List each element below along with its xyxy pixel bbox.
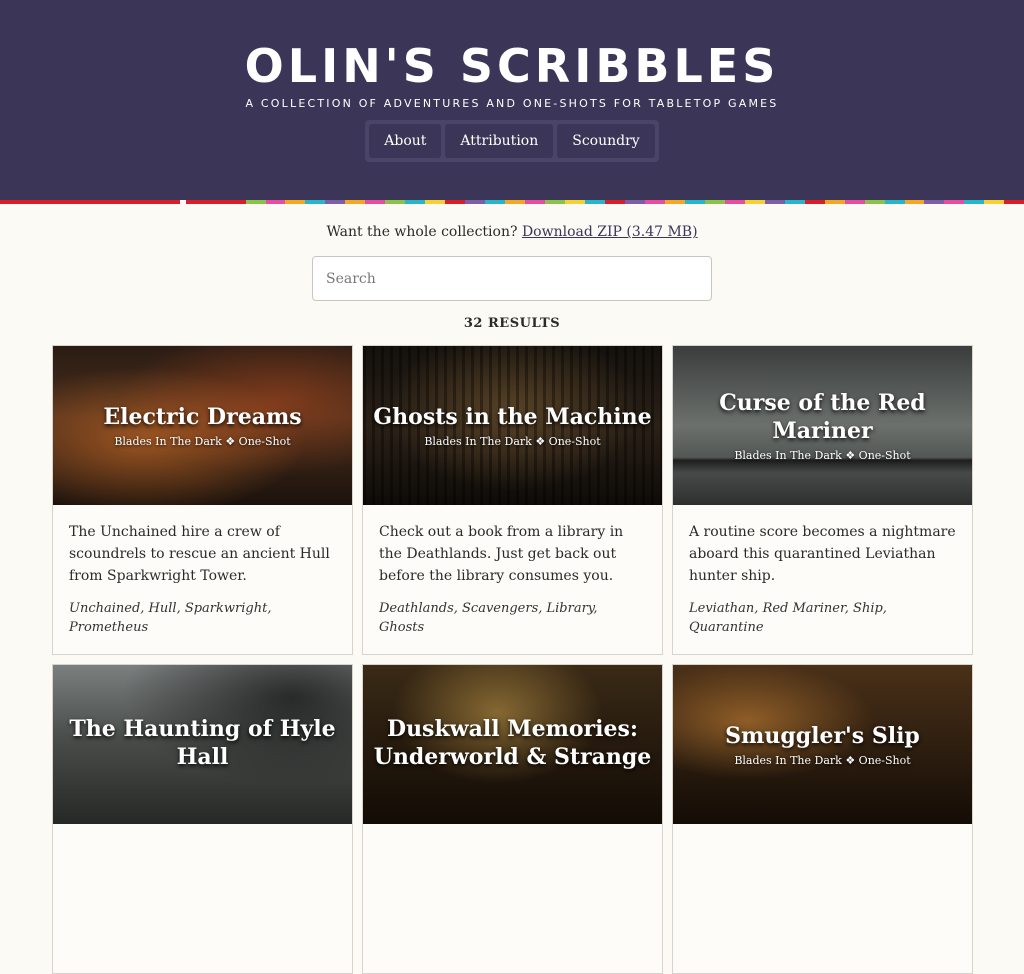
site-title[interactable]: Olin's Scribbles bbox=[0, 38, 1024, 94]
adventure-card[interactable]: Duskwall Memories: Underworld & Strange bbox=[362, 664, 663, 974]
nav-attribution[interactable]: Attribution bbox=[445, 124, 554, 158]
card-title[interactable]: Curse of the Red Mariner bbox=[673, 389, 972, 445]
search-wrap bbox=[0, 256, 1024, 301]
card-cover-image[interactable]: Curse of the Red Mariner Blades In The D… bbox=[673, 346, 972, 505]
collection-prompt: Want the whole collection? bbox=[326, 224, 518, 240]
nav-scoundry[interactable]: Scoundry bbox=[557, 124, 655, 158]
adventure-grid: Electric Dreams Blades In The Dark ❖ One… bbox=[52, 345, 973, 974]
decorative-stripe bbox=[0, 200, 1024, 204]
card-title[interactable]: Electric Dreams bbox=[93, 403, 311, 431]
card-subtitle: Blades In The Dark ❖ One-Shot bbox=[734, 754, 911, 767]
card-subtitle: Blades In The Dark ❖ One-Shot bbox=[734, 449, 911, 462]
card-tags: Leviathan, Red Mariner, Ship, Quarantine bbox=[689, 601, 887, 635]
results-count: 32 RESULTS bbox=[463, 316, 561, 331]
card-body: A routine score becomes a nightmare aboa… bbox=[673, 505, 972, 637]
card-title[interactable]: The Haunting of Hyle Hall bbox=[53, 715, 352, 771]
card-body: The Unchained hire a crew of scoundrels … bbox=[53, 505, 352, 637]
collection-download: Want the whole collection? Download ZIP … bbox=[0, 222, 1024, 242]
adventure-card[interactable]: The Haunting of Hyle Hall bbox=[52, 664, 353, 974]
card-subtitle: Blades In The Dark ❖ One-Shot bbox=[424, 435, 601, 448]
card-description: Check out a book from a library in the D… bbox=[379, 524, 624, 584]
card-title[interactable]: Duskwall Memories: Underworld & Strange bbox=[363, 715, 662, 771]
adventure-card[interactable]: Ghosts in the Machine Blades In The Dark… bbox=[362, 345, 663, 655]
card-description: A routine score becomes a nightmare aboa… bbox=[689, 524, 956, 584]
card-cover-image[interactable]: Ghosts in the Machine Blades In The Dark… bbox=[363, 346, 662, 505]
adventure-card[interactable]: Curse of the Red Mariner Blades In The D… bbox=[672, 345, 973, 655]
card-cover-image[interactable]: Smuggler's Slip Blades In The Dark ❖ One… bbox=[673, 665, 972, 824]
site-header: Olin's Scribbles A collection of adventu… bbox=[0, 0, 1024, 204]
card-cover-image[interactable]: The Haunting of Hyle Hall bbox=[53, 665, 352, 824]
card-subtitle: Blades In The Dark ❖ One-Shot bbox=[114, 435, 291, 448]
site-tagline: A collection of adventures and one-shots… bbox=[245, 97, 779, 110]
card-tags: Unchained, Hull, Sparkwright, Prometheus bbox=[69, 601, 272, 635]
card-tags: Deathlands, Scavengers, Library, Ghosts bbox=[379, 601, 598, 635]
adventure-card[interactable]: Electric Dreams Blades In The Dark ❖ One… bbox=[52, 345, 353, 655]
card-cover-image[interactable]: Duskwall Memories: Underworld & Strange bbox=[363, 665, 662, 824]
download-zip-link[interactable]: Download ZIP (3.47 MB) bbox=[522, 224, 698, 240]
card-title[interactable]: Ghosts in the Machine bbox=[363, 403, 661, 431]
card-cover-image[interactable]: Electric Dreams Blades In The Dark ❖ One… bbox=[53, 346, 352, 505]
card-title[interactable]: Smuggler's Slip bbox=[715, 722, 930, 750]
card-description: The Unchained hire a crew of scoundrels … bbox=[69, 524, 330, 584]
card-body: Check out a book from a library in the D… bbox=[363, 505, 662, 637]
search-input[interactable] bbox=[312, 256, 712, 301]
nav-about[interactable]: About bbox=[369, 124, 442, 158]
adventure-card[interactable]: Smuggler's Slip Blades In The Dark ❖ One… bbox=[672, 664, 973, 974]
main-nav: About Attribution Scoundry bbox=[365, 120, 659, 162]
